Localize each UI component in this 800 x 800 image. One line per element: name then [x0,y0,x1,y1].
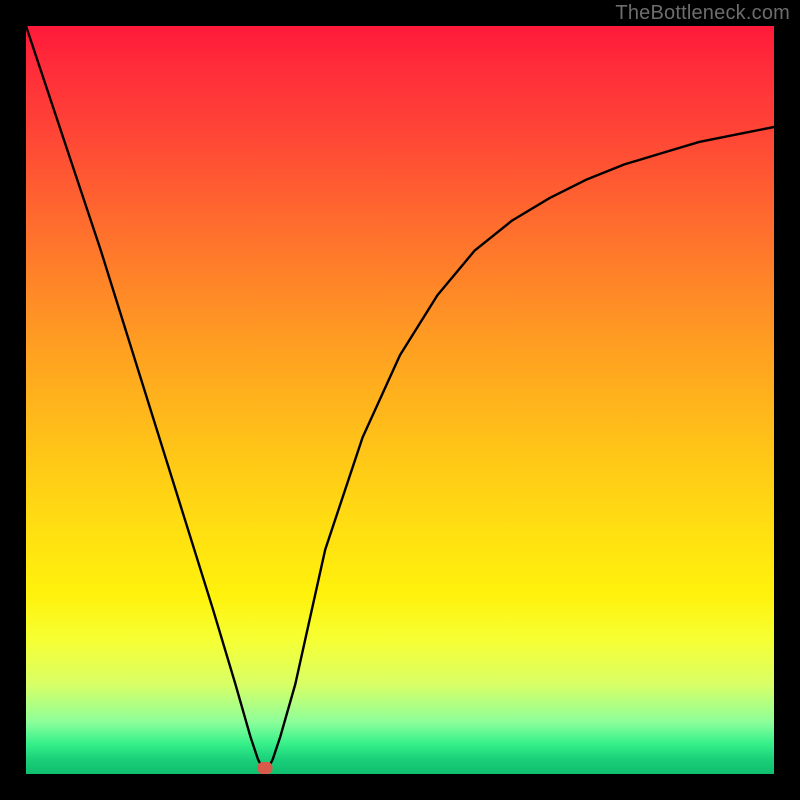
watermark-text: TheBottleneck.com [615,2,790,25]
plot-area [26,26,774,774]
chart-frame: TheBottleneck.com [0,0,800,800]
bottleneck-curve [26,26,774,774]
optimum-marker [258,762,273,774]
